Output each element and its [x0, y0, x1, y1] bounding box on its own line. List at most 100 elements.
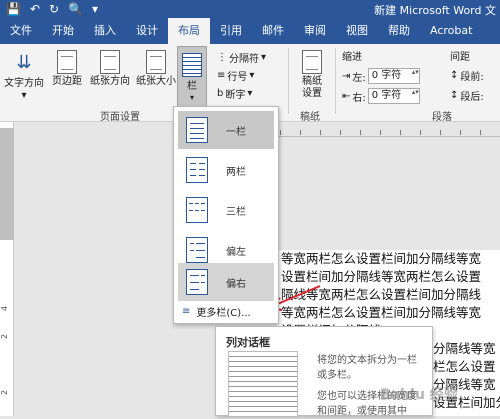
- tab-home[interactable]: 开始: [42, 18, 84, 44]
- customize-qat-icon[interactable]: ▾: [92, 2, 98, 16]
- tooltip-line: 和间距，或使用其中: [317, 406, 407, 417]
- title-bar: 💾 ↶ ↻ 🔍 ▾ 新建 Microsoft Word 文: [0, 0, 500, 18]
- spacing-before-label: 段前:: [460, 72, 484, 83]
- hyphenation-button[interactable]: b 断字 ▾: [217, 86, 252, 101]
- redo-icon[interactable]: ↻: [49, 2, 59, 16]
- column-option-one[interactable]: 一栏: [178, 111, 274, 149]
- tooltip-line: 或多栏。: [317, 370, 357, 381]
- tooltip-line: 将您的文本拆分为一栏: [317, 355, 417, 366]
- left-column-icon: [186, 237, 208, 263]
- ruler-number: 2: [0, 333, 10, 340]
- chevron-down-icon: ▾: [189, 93, 194, 102]
- draft-settings-button[interactable]: 稿纸 设置: [294, 50, 330, 100]
- draft-paper-icon: [302, 50, 322, 74]
- breaks-label: 分隔符: [229, 54, 259, 65]
- indent-header: 缩进: [342, 52, 362, 63]
- indent-right-input[interactable]: 0 字符: [367, 88, 420, 104]
- columns-dropdown: 一栏 两栏 三栏 偏左 偏右 ≡ 更多栏(C)...: [173, 106, 279, 324]
- column-option-two[interactable]: 两栏: [178, 151, 274, 189]
- text-direction-icon: ⇊: [16, 52, 32, 73]
- orientation-button[interactable]: 纸张方向: [87, 50, 133, 88]
- save-icon[interactable]: 💾: [6, 2, 21, 16]
- spacing-before-icon: ↕: [450, 70, 459, 81]
- print-preview-icon[interactable]: 🔍: [68, 2, 83, 16]
- tab-file[interactable]: 文件: [0, 18, 42, 44]
- tab-references[interactable]: 引用: [210, 18, 252, 44]
- draft-label-1: 稿纸: [302, 76, 322, 87]
- breaks-button[interactable]: ⋮ 分隔符 ▾: [217, 50, 266, 65]
- page-setup-group-label: 页面设置: [100, 112, 140, 123]
- tab-acrobat[interactable]: Acrobat: [420, 18, 482, 44]
- watermark: Baidu 经验: [380, 387, 458, 403]
- tab-design[interactable]: 设计: [126, 18, 168, 44]
- indent-left-icon: ⇥: [342, 70, 351, 82]
- line-numbers-label: 行号: [227, 72, 248, 83]
- text-direction-label: 文字方向: [4, 78, 44, 89]
- ruler-number: 2: [0, 389, 10, 396]
- vertical-ruler: 4 2 2: [0, 122, 14, 416]
- columns-label: 栏: [187, 81, 197, 92]
- option-label: 偏右: [226, 278, 246, 290]
- breaks-icon: ⋮: [217, 52, 227, 63]
- paragraph-group-label: 段落: [432, 112, 452, 123]
- tab-layout[interactable]: 布局: [168, 18, 210, 44]
- tab-view[interactable]: 视图: [336, 18, 378, 44]
- text-line: 等宽两栏怎么设置栏间加分隔线等宽: [281, 251, 482, 266]
- spacing-header: 间距: [450, 52, 470, 63]
- tab-insert[interactable]: 插入: [84, 18, 126, 44]
- columns-preview-image: [228, 351, 298, 417]
- orientation-label: 纸张方向: [90, 76, 130, 87]
- tab-help[interactable]: 帮助: [378, 18, 420, 44]
- quick-access-toolbar: 💾 ↶ ↻ 🔍 ▾: [0, 0, 98, 18]
- tab-review[interactable]: 审阅: [294, 18, 336, 44]
- option-label: 两栏: [226, 166, 246, 178]
- line-numbers-button[interactable]: ≡ 行号 ▾: [217, 68, 254, 83]
- text-direction-button[interactable]: ⇊ 文字方向▾: [2, 50, 46, 102]
- undo-icon[interactable]: ↶: [30, 2, 40, 16]
- horizontal-ruler: [270, 127, 500, 137]
- indent-left-input[interactable]: 0 字符: [367, 68, 420, 84]
- draft-label-2: 设置: [302, 88, 322, 99]
- hyphenation-icon: b: [217, 88, 224, 99]
- columns-button[interactable]: 栏 ▾: [177, 46, 207, 108]
- group-divider: [335, 48, 336, 114]
- more-columns-item[interactable]: ≡ 更多栏(C)...: [178, 303, 274, 319]
- more-columns-icon: ≡: [182, 305, 191, 317]
- indent-right-icon: ⇤: [342, 90, 351, 102]
- option-label: 偏左: [226, 246, 246, 258]
- more-columns-label: 更多栏(C)...: [196, 307, 251, 319]
- chevron-down-icon: ▾: [21, 90, 27, 101]
- three-columns-icon: [186, 197, 208, 223]
- tab-mailings[interactable]: 邮件: [252, 18, 294, 44]
- indent-right-row: ⇤ 右: 0 字符: [342, 88, 420, 104]
- chevron-down-icon: ▾: [249, 70, 255, 81]
- line-numbers-icon: ≡: [217, 70, 226, 81]
- columns-icon: [182, 53, 202, 77]
- spacing-after-label: 段后:: [460, 92, 484, 103]
- chevron-down-icon: ▾: [247, 88, 253, 99]
- chevron-down-icon: ▾: [261, 52, 267, 63]
- margins-button[interactable]: 页边距: [50, 50, 84, 88]
- spacing-after-icon: ↕: [450, 90, 459, 101]
- size-button[interactable]: 纸张大小: [135, 50, 177, 88]
- spacing-before-row: ↕ 段前:: [450, 68, 484, 83]
- spacing-after-row: ↕ 段后:: [450, 88, 484, 103]
- ruler-number: 4: [0, 305, 10, 312]
- hyphenation-label: 断字: [225, 90, 246, 101]
- size-label: 纸张大小: [136, 76, 176, 87]
- option-label: 一栏: [226, 126, 246, 138]
- right-column-icon: [186, 269, 208, 295]
- window-title: 新建 Microsoft Word 文: [374, 4, 496, 17]
- ruler-margin-shade: [0, 128, 14, 240]
- ribbon-tabs: 文件 开始 插入 设计 布局 引用 邮件 审阅 视图 帮助 Acrobat: [0, 18, 500, 44]
- margins-icon: [57, 50, 77, 74]
- indent-left-label: 左:: [352, 72, 366, 84]
- indent-left-row: ⇥ 左: 0 字符: [342, 68, 420, 84]
- column-option-right[interactable]: 偏右: [178, 263, 274, 301]
- column-option-three[interactable]: 三栏: [178, 191, 274, 229]
- two-columns-icon: [186, 157, 208, 183]
- draft-group-label: 稿纸: [300, 112, 320, 123]
- tooltip-title: 列对话框: [226, 336, 270, 349]
- margins-label: 页边距: [52, 76, 82, 87]
- orientation-icon: [100, 50, 120, 74]
